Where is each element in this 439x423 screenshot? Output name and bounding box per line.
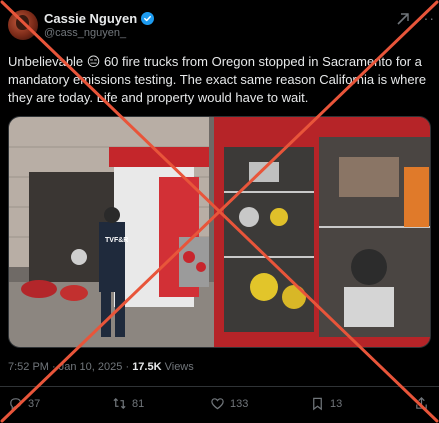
heart-icon xyxy=(211,398,224,410)
action-bar: 37 81 133 13 xyxy=(0,396,439,416)
views-count: 17.5K xyxy=(132,361,162,373)
tweet-date[interactable]: Jan 10, 2025 xyxy=(59,361,123,373)
tweet-time[interactable]: 7:52 PM xyxy=(8,361,49,373)
author-display-name[interactable]: Cassie Nguyen xyxy=(44,11,137,26)
divider xyxy=(0,386,439,387)
repost-button[interactable]: 81 xyxy=(112,396,144,411)
grok-icon[interactable] xyxy=(396,12,410,26)
share-icon xyxy=(416,397,427,409)
views-label: Views xyxy=(164,361,194,373)
bookmark-button[interactable]: 13 xyxy=(310,396,342,411)
repost-icon xyxy=(113,397,126,410)
more-options-icon[interactable]: ··· xyxy=(418,10,435,26)
video-thumbnail-image: TVF&R xyxy=(9,117,430,347)
reply-count: 37 xyxy=(28,397,41,410)
tweet-video[interactable]: TVF&R xyxy=(8,116,431,348)
repost-count: 81 xyxy=(132,397,145,410)
author-avatar[interactable] xyxy=(8,10,38,40)
reply-button[interactable]: 37 xyxy=(8,396,40,411)
reply-icon xyxy=(10,398,22,411)
tweet-meta: 7:52 PM · Jan 10, 2025 · 17.5K Views xyxy=(8,361,194,373)
verified-badge-icon xyxy=(141,12,155,25)
meta-separator: · xyxy=(52,361,56,373)
share-button[interactable] xyxy=(414,396,429,411)
bookmark-count: 13 xyxy=(330,397,343,410)
tweet-text: Unbelievable 😑 60 fire trucks from Orego… xyxy=(8,54,427,105)
bookmark-icon xyxy=(313,397,322,411)
author-name-row: Cassie Nguyen xyxy=(44,11,155,26)
like-count: 133 xyxy=(230,397,249,410)
like-button[interactable]: 133 xyxy=(210,396,248,411)
truck-label: TVF&R xyxy=(105,237,128,244)
tweet-post: Cassie Nguyen @cass_nguyen_ ··· Unbeliev… xyxy=(0,0,439,423)
author-handle[interactable]: @cass_nguyen_ xyxy=(44,27,126,39)
meta-separator: · xyxy=(125,361,130,373)
